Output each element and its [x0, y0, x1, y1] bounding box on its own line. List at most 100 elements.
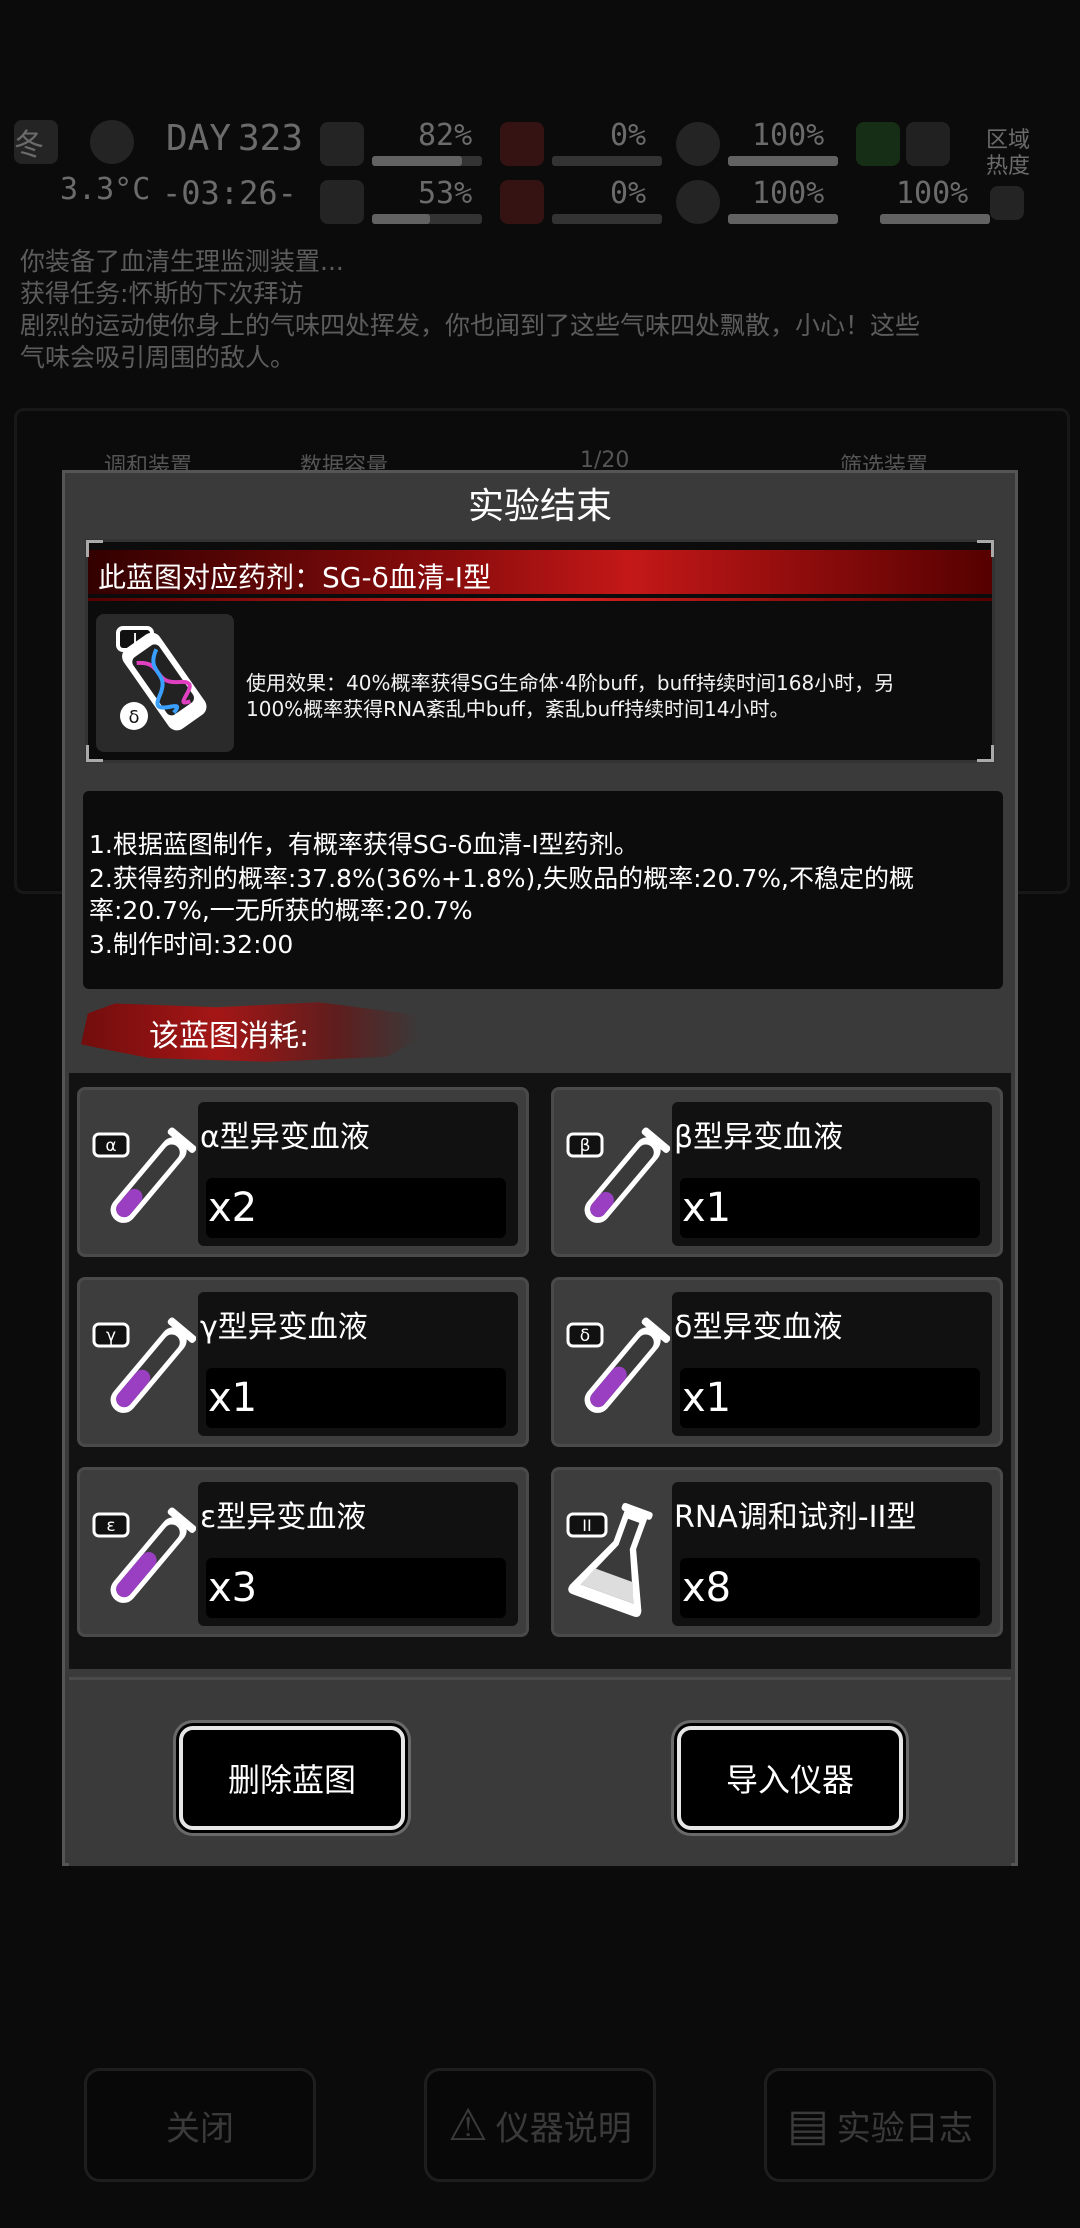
sanity-bar — [372, 214, 482, 224]
material-info-box: γ型异变血液 x1 — [198, 1292, 518, 1436]
material-badge: ε — [106, 1516, 115, 1536]
material-item[interactable]: γ γ型异变血液 x1 — [77, 1277, 529, 1447]
material-quantity: x1 — [680, 1368, 980, 1428]
experiment-result-dialog: 实验结束 此蓝图对应药剂：SG-δ血清-I型 I δ 使用效果：40%概率获得S… — [62, 470, 1018, 1866]
description-line: 2.获得药剂的概率:37.8%(36%+1.8%),失败品的概率:20.7%,不… — [89, 864, 914, 893]
material-name: γ型异变血液 — [200, 1310, 368, 1345]
blueprint-name: 此蓝图对应药剂：SG-δ血清-I型 — [98, 561, 492, 594]
effect-line: 100%概率获得RNA紊乱中buff，紊乱buff持续时间14小时。 — [246, 697, 790, 721]
bar-fill — [372, 214, 431, 224]
stat-blood: 0% — [610, 176, 647, 211]
test-tube-icon: ε — [84, 1484, 197, 1624]
material-name: ε型异变血液 — [200, 1500, 367, 1535]
material-item[interactable]: ε ε型异变血液 x3 — [77, 1467, 529, 1637]
warning-icon: ⚠ — [448, 2099, 488, 2151]
instrument-help-button[interactable]: ⚠ 仪器说明 — [424, 2068, 656, 2182]
season-text: 冬 — [14, 128, 44, 163]
experiment-log-button[interactable]: ▤ 实验日志 — [764, 2068, 996, 2182]
test-tube-icon: δ — [558, 1294, 671, 1434]
import-instrument-label: 导入仪器 — [725, 1761, 854, 1799]
stomach-icon — [500, 122, 544, 166]
material-name: RNA调和试剂-II型 — [674, 1500, 917, 1535]
serum-vial-icon: I δ — [96, 614, 234, 752]
bar-fill — [728, 156, 838, 166]
material-item[interactable]: δ δ型异变血液 x1 — [551, 1277, 1003, 1447]
material-quantity: x3 — [206, 1558, 506, 1618]
test-tube-icon: β — [558, 1104, 671, 1244]
materials-grid: α α型异变血液 x2 β β型异变血液 x1 γ γ型异变血液 x1 δ δ型… — [69, 1073, 1011, 1669]
log-line: 气味会吸引周围的敌人。 — [20, 343, 296, 372]
material-item[interactable]: β β型异变血液 x1 — [551, 1087, 1003, 1257]
bar-fill — [372, 156, 463, 166]
log-line: 你装备了血清生理监测装置... — [20, 247, 344, 276]
blueprint-description: 1.根据蓝图制作，有概率获得SG-δ血清-I型药剂。 2.获得药剂的概率:37.… — [83, 791, 1003, 989]
effect-line: 使用效果：40%概率获得SG生命体·4阶buff，buff持续时间168小时，另 — [246, 671, 895, 695]
description-line: 率:20.7%,一无所获的概率:20.7% — [89, 896, 473, 925]
hunger-bar — [552, 156, 662, 166]
corner-bracket — [977, 745, 994, 762]
pill-icon — [676, 122, 720, 166]
stat-stamina: 100% — [896, 176, 969, 211]
speaker-icon[interactable] — [990, 186, 1024, 220]
flag-icon — [906, 122, 950, 166]
material-badge: II — [582, 1516, 591, 1535]
close-label: 关闭 — [166, 2108, 234, 2149]
log-line: 获得任务:怀斯的下次拜访 — [20, 279, 304, 308]
moon-icon — [90, 120, 134, 164]
material-info-box: ε型异变血液 x3 — [198, 1482, 518, 1626]
event-log: 你装备了血清生理监测装置... 获得任务:怀斯的下次拜访 剧烈的运动使你身上的气… — [20, 246, 1060, 374]
brain-icon — [320, 180, 364, 224]
medkit-icon — [320, 122, 364, 166]
material-name: δ型异变血液 — [674, 1310, 843, 1345]
material-info-box: β型异变血液 x1 — [672, 1102, 992, 1246]
material-name: β型异变血液 — [674, 1120, 844, 1155]
material-quantity: x1 — [680, 1178, 980, 1238]
corner-bracket — [977, 540, 994, 557]
stat-immunity: 100% — [752, 118, 825, 153]
material-quantity: x1 — [206, 1368, 506, 1428]
material-name: α型异变血液 — [200, 1120, 370, 1155]
material-item[interactable]: α α型异变血液 x2 — [77, 1087, 529, 1257]
blueprint-effect-text: 使用效果：40%概率获得SG生命体·4阶buff，buff持续时间168小时，另… — [246, 670, 976, 722]
material-badge: α — [105, 1136, 116, 1156]
stat-health: 82% — [418, 118, 473, 153]
log-line: 剧烈的运动使你身上的气味四处挥发，你也闻到了这些气味四处飘散，小心！这些 — [20, 311, 921, 340]
material-quantity: x2 — [206, 1178, 506, 1238]
instrument-help-label: 仪器说明 — [495, 2108, 632, 2149]
material-info-box: RNA调和试剂-II型 x8 — [672, 1482, 992, 1626]
description-line: 1.根据蓝图制作，有概率获得SG-δ血清-I型药剂。 — [89, 830, 639, 859]
material-info-box: δ型异变血液 x1 — [672, 1292, 992, 1436]
day-label: DAY — [166, 118, 232, 159]
material-quantity: x8 — [680, 1558, 980, 1618]
material-info-box: α型异变血液 x2 — [198, 1102, 518, 1246]
heart-icon — [676, 180, 720, 224]
corner-bracket — [86, 540, 103, 557]
divider — [88, 598, 992, 601]
heart-bar — [728, 214, 838, 224]
material-badge: β — [580, 1136, 591, 1156]
temperature-text: 3.3°C — [60, 172, 151, 207]
bar-fill — [880, 214, 990, 224]
region-heat-label: 区域热度 — [986, 128, 1031, 179]
description-line: 3.制作时间:32:00 — [89, 930, 294, 959]
delete-blueprint-label: 删除蓝图 — [227, 1761, 356, 1799]
test-tube-icon: α — [84, 1104, 197, 1244]
blood-bar — [552, 214, 662, 224]
svg-text:δ: δ — [128, 707, 139, 728]
document-icon: ▤ — [787, 2099, 829, 2151]
experiment-log-label: 实验日志 — [836, 2108, 973, 2149]
day-number: 323 — [238, 118, 304, 159]
stat-heart: 100% — [752, 176, 825, 211]
stat-hunger: 0% — [610, 118, 647, 153]
dialog-title: 实验结束 — [467, 486, 612, 527]
clock-text: -03:26- — [162, 174, 297, 212]
flask-icon: II — [558, 1484, 670, 1624]
material-item[interactable]: II RNA调和试剂-II型 x8 — [551, 1467, 1003, 1637]
material-badge: γ — [106, 1326, 116, 1346]
delete-blueprint-button[interactable]: 删除蓝图 — [179, 1726, 405, 1830]
dialog-actions: 删除蓝图 导入仪器 — [69, 1677, 1011, 1866]
stat-sanity: 53% — [418, 176, 473, 211]
import-instrument-button[interactable]: 导入仪器 — [677, 1726, 903, 1830]
close-button[interactable]: 关闭 — [84, 2068, 316, 2182]
material-badge: δ — [580, 1326, 590, 1346]
